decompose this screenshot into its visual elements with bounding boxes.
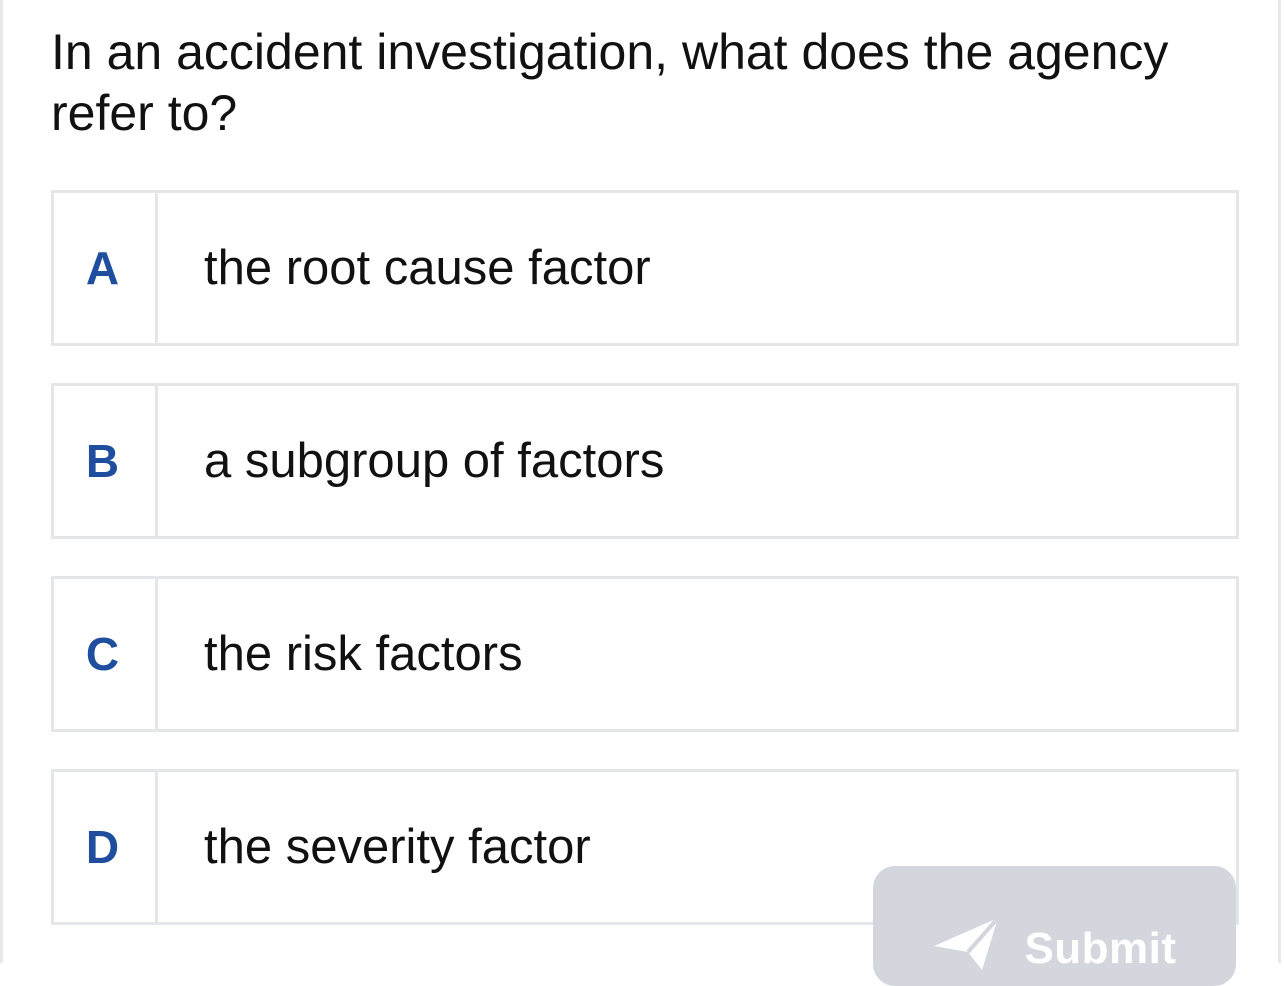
submit-button[interactable]: Submit: [873, 866, 1236, 986]
option-letter: D: [54, 772, 158, 922]
option-c[interactable]: C the risk factors: [51, 576, 1239, 732]
submit-label: Submit: [1024, 924, 1177, 973]
option-label: the risk factors: [204, 627, 523, 681]
quiz-frame: In an accident investigation, what does …: [0, 0, 1281, 963]
option-letter: A: [54, 193, 158, 343]
option-b[interactable]: B a subgroup of factors: [51, 383, 1239, 539]
option-letter: B: [54, 386, 158, 536]
option-a[interactable]: A the root cause factor: [51, 190, 1239, 346]
option-letter: C: [54, 579, 158, 729]
option-label: the root cause factor: [204, 241, 651, 295]
option-label: a subgroup of factors: [204, 434, 665, 488]
answer-options: A the root cause factor B a subgroup of …: [51, 190, 1239, 962]
question-text: In an accident investigation, what does …: [51, 24, 1169, 141]
option-label: the severity factor: [204, 820, 591, 874]
send-icon: [932, 916, 1002, 972]
